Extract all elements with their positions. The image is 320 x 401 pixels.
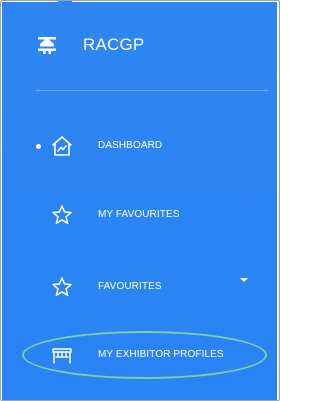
nav-item-label: MY FAVOURITES xyxy=(98,209,180,220)
star-icon xyxy=(50,275,74,299)
nav-item-favourites[interactable]: FAVOURITES xyxy=(2,267,277,307)
nav-item-dashboard[interactable]: DASHBOARD xyxy=(2,126,277,166)
nav-item-label: FAVOURITES xyxy=(98,281,162,292)
star-icon xyxy=(50,203,74,227)
brand-title: RACGP xyxy=(83,35,145,54)
dashboard-house-icon xyxy=(50,134,74,158)
active-indicator xyxy=(36,144,41,149)
brand-header[interactable]: RACGP xyxy=(35,33,144,57)
chevron-down-icon[interactable] xyxy=(240,278,248,282)
divider xyxy=(36,90,268,91)
nav-item-label: DASHBOARD xyxy=(98,140,163,151)
window-frame: RACGP DASHBOARD MY FAVOURITES FAVOURITES… xyxy=(0,0,280,401)
top-notch xyxy=(58,1,72,9)
nav-item-my-favourites[interactable]: MY FAVOURITES xyxy=(2,195,277,235)
racgp-logo-icon xyxy=(35,33,59,57)
sidebar: RACGP DASHBOARD MY FAVOURITES FAVOURITES… xyxy=(2,1,277,400)
highlight-ellipse xyxy=(22,331,267,379)
